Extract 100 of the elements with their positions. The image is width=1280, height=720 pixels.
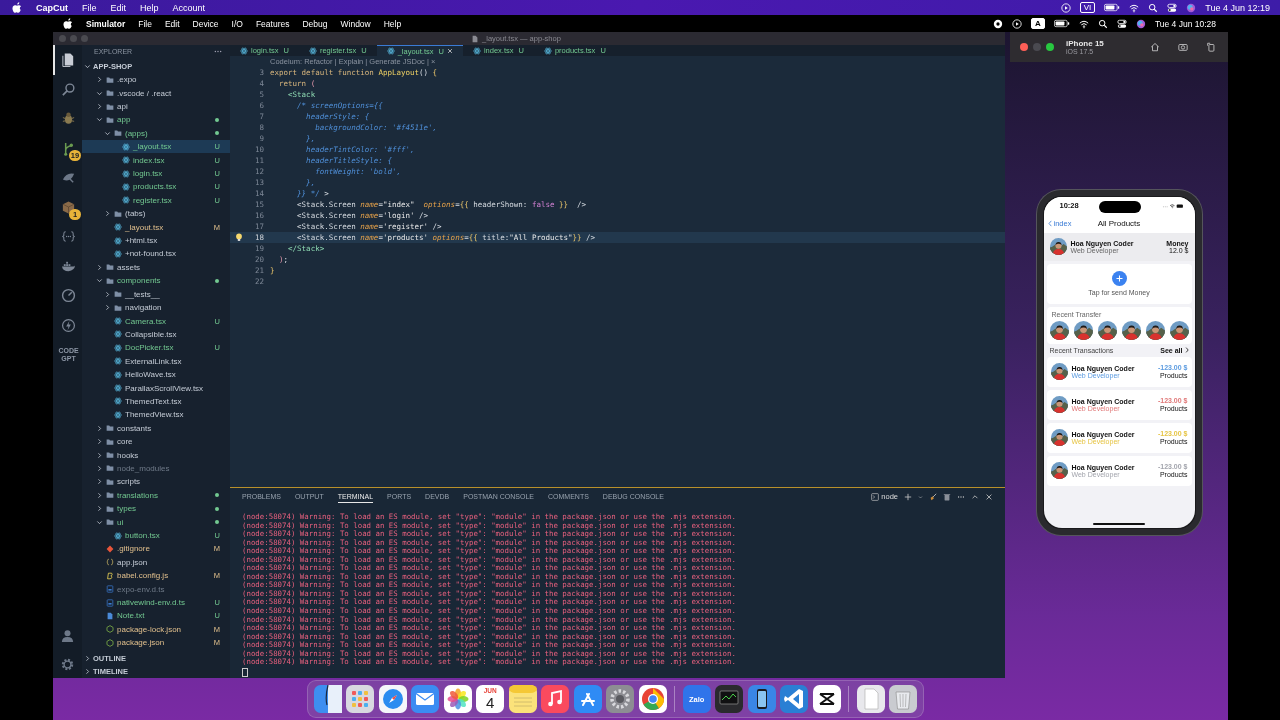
grid-icon[interactable]	[346, 685, 375, 713]
tree-item[interactable]: types	[82, 502, 230, 516]
play-icon[interactable]	[1012, 18, 1023, 29]
camera-icon[interactable]	[1178, 42, 1188, 52]
atom-icon	[114, 330, 122, 339]
battery-icon[interactable]	[1053, 19, 1070, 28]
tree-item[interactable]: ThemedText.tsx	[82, 394, 230, 409]
tree-item[interactable]: HelloWave.tsx	[82, 367, 230, 382]
tree-item[interactable]: api	[82, 99, 230, 114]
tree-item[interactable]: __tests__	[82, 287, 230, 301]
plus-icon[interactable]	[1111, 271, 1127, 286]
package-icon	[61, 199, 76, 215]
account-icon[interactable]	[60, 628, 75, 643]
search-icon[interactable]	[1148, 2, 1159, 13]
atom-icon	[114, 384, 122, 393]
atom-icon	[122, 196, 130, 205]
finder-icon[interactable]	[313, 685, 342, 713]
compass-icon[interactable]	[378, 685, 407, 713]
app-store-icon[interactable]	[573, 685, 602, 713]
tree-item[interactable]: (apps)	[82, 126, 230, 141]
tree-item[interactable]: constants	[82, 421, 230, 435]
menu-bar-clock[interactable]: Tue 4 Jun 12:19	[1205, 2, 1270, 13]
close-icon[interactable]	[446, 48, 453, 54]
menu-item[interactable]: Account	[172, 2, 206, 13]
music-note-icon[interactable]	[541, 685, 570, 713]
menu-item[interactable]: Help	[140, 2, 159, 13]
orb-icon[interactable]	[1186, 2, 1197, 13]
zoom-button[interactable]	[1046, 43, 1054, 51]
tree-item[interactable]: +not-found.tsx	[82, 247, 230, 261]
menu-item[interactable]: File	[138, 18, 152, 29]
notepad-icon[interactable]	[508, 685, 537, 713]
tree-item[interactable]: ui	[82, 515, 230, 529]
tree-item[interactable]: ThemedView.tsx	[82, 408, 230, 422]
browser-icon[interactable]	[638, 685, 667, 713]
tree-item[interactable]: expo-env.d.ts	[82, 582, 230, 596]
tree-item[interactable]: app.json	[82, 555, 230, 570]
envelope-icon[interactable]	[411, 685, 440, 713]
tree-item[interactable]: components	[82, 274, 230, 288]
rotate-icon[interactable]	[1206, 42, 1216, 52]
menu-item[interactable]: Edit	[110, 2, 127, 13]
menu-item[interactable]: Debug	[302, 18, 328, 29]
plus-icon[interactable]	[904, 492, 912, 501]
tree-item[interactable]: ParallaxScrollView.tsx	[82, 381, 230, 395]
input-source-indicator[interactable]: A	[1031, 18, 1045, 29]
close-button[interactable]	[1020, 43, 1028, 51]
tree-item[interactable]: node_modules	[82, 461, 230, 476]
menu-item[interactable]: Edit	[164, 18, 180, 29]
apple-logo-icon[interactable]	[63, 18, 73, 29]
wifi-icon[interactable]	[1078, 18, 1089, 29]
status-dot	[215, 117, 219, 122]
menu-item[interactable]: Help	[383, 18, 402, 29]
menu-item[interactable]: Device	[192, 18, 219, 29]
tree-item[interactable]: .expo	[82, 73, 230, 87]
app-menu[interactable]: Simulator	[86, 18, 126, 29]
search-icon[interactable]	[1097, 18, 1108, 29]
code-editor-icon[interactable]	[780, 685, 809, 713]
gear-icon[interactable]	[606, 685, 635, 713]
phone-icon[interactable]	[747, 685, 776, 713]
menu-item[interactable]: Features	[255, 18, 290, 29]
record-icon[interactable]	[993, 18, 1004, 29]
battery-icon[interactable]	[1104, 3, 1121, 12]
broom-icon[interactable]	[929, 492, 937, 501]
menu-item[interactable]: File	[82, 2, 97, 13]
apple-logo-icon[interactable]	[12, 2, 22, 13]
menu-bar-clock[interactable]: Tue 4 Jun 10:28	[1154, 18, 1216, 29]
tree-item[interactable]: +html.tsx	[82, 233, 230, 248]
toggle-icon[interactable]	[1116, 18, 1127, 29]
tree-item[interactable]: (tabs)	[82, 207, 230, 221]
wifi-icon[interactable]	[1129, 2, 1140, 13]
status-dot	[215, 131, 219, 136]
lightbulb-icon[interactable]	[234, 233, 243, 242]
orb-icon[interactable]	[1135, 18, 1146, 29]
tree-item[interactable]: Collapsible.tsx	[82, 327, 230, 342]
tree-item[interactable]: .vscode / .react	[82, 86, 230, 100]
toggle-icon[interactable]	[1167, 2, 1178, 13]
tree-item[interactable]: translations	[82, 488, 230, 502]
trash-icon[interactable]	[943, 492, 951, 501]
chevron-up-icon[interactable]	[971, 492, 979, 501]
dynamic-island	[1099, 201, 1142, 213]
document-icon[interactable]	[856, 685, 885, 713]
tree-item[interactable]: ExternalLink.tsx	[82, 354, 230, 368]
settings-icon[interactable]	[60, 657, 75, 672]
menu-item[interactable]: Window	[340, 18, 371, 29]
play-icon[interactable]	[1060, 2, 1071, 13]
home-icon[interactable]	[1150, 42, 1160, 52]
folder-icon	[114, 209, 122, 218]
input-source-indicator[interactable]: VI	[1079, 2, 1096, 13]
tree-item[interactable]: app	[82, 113, 230, 127]
tree-item[interactable]: scripts	[82, 475, 230, 489]
tree-item[interactable]: core	[82, 434, 230, 449]
menu-item[interactable]: I/O	[231, 18, 243, 29]
tree-item[interactable]: hooks	[82, 448, 230, 462]
close-icon[interactable]	[985, 492, 993, 501]
status-dot	[215, 520, 219, 525]
flower-icon[interactable]	[443, 685, 472, 713]
app-menu[interactable]: CapCut	[36, 2, 68, 13]
more-icon[interactable]	[214, 50, 222, 53]
tree-item[interactable]: navigation	[82, 300, 230, 315]
trash-icon[interactable]	[889, 685, 918, 713]
tree-item[interactable]: assets	[82, 260, 230, 275]
